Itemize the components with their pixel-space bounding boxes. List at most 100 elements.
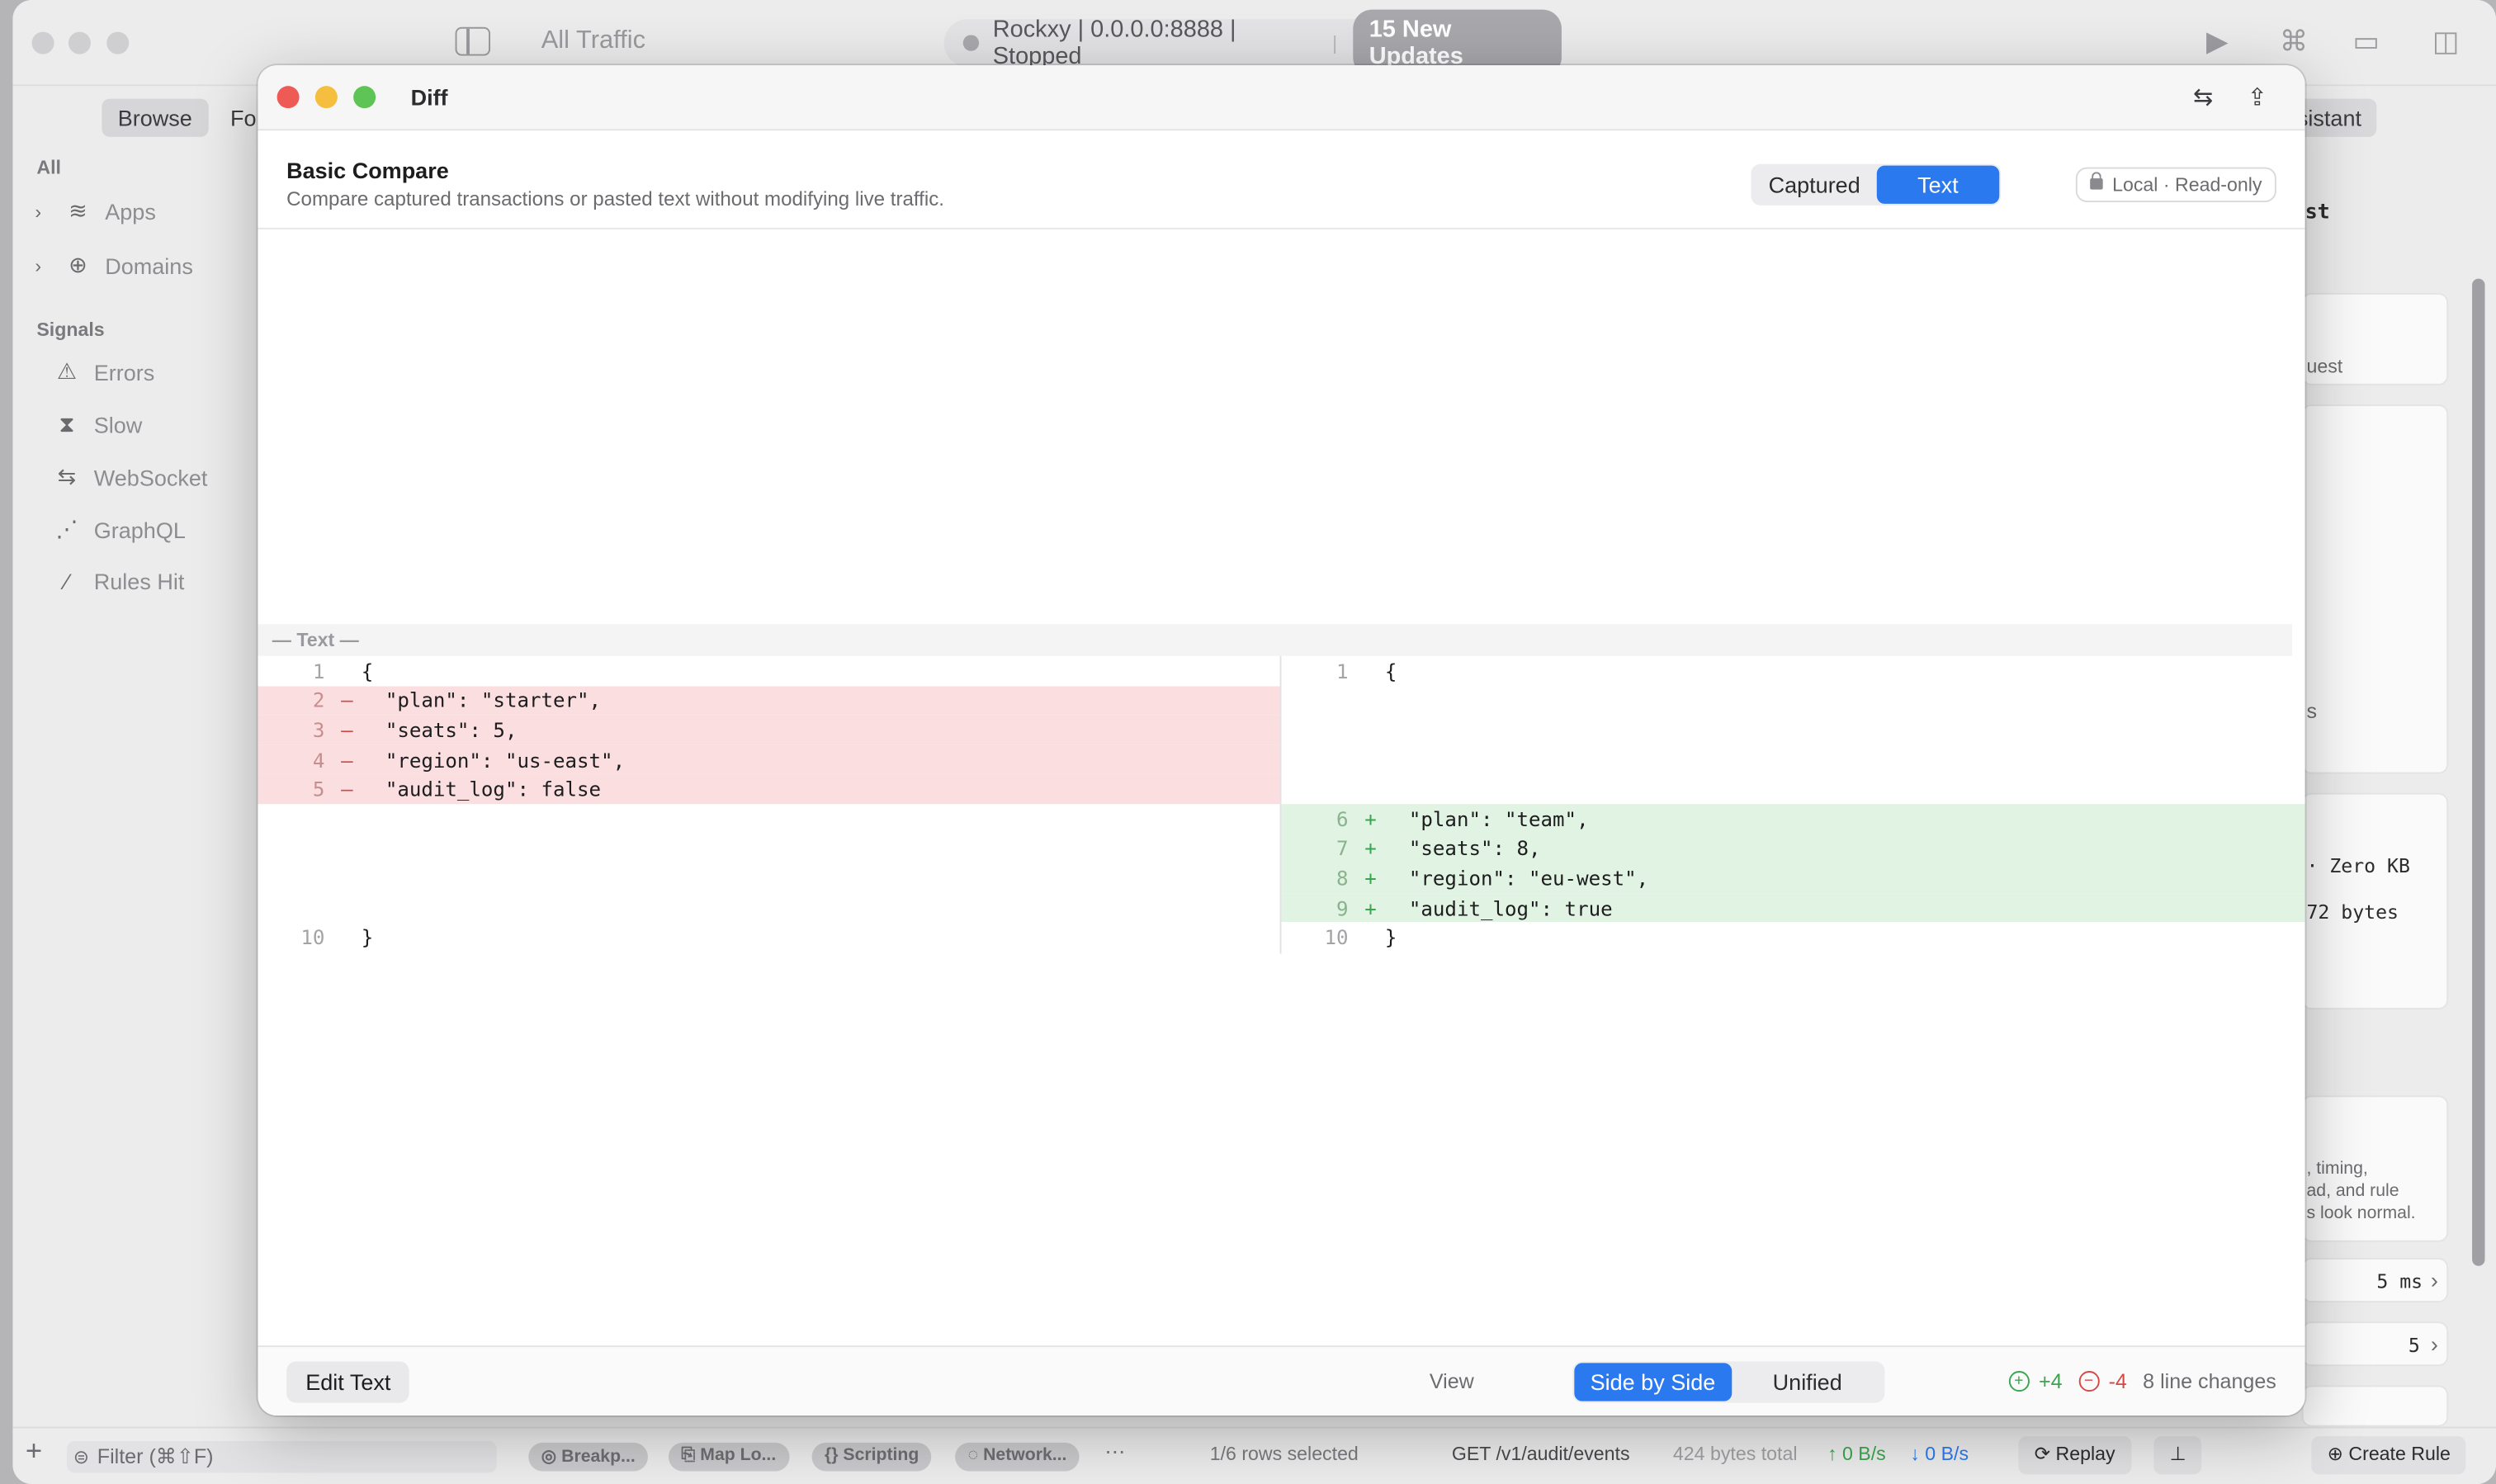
inspector-description: , timing, ad, and rule s look normal. bbox=[2306, 1159, 2416, 1223]
line-text: "seats": 8, bbox=[1384, 836, 1541, 861]
tab-browse[interactable]: Browse bbox=[102, 98, 209, 137]
chevron-right-icon: › bbox=[2430, 1330, 2438, 1357]
sidebar-item-slow[interactable]: ⧗ Slow bbox=[54, 411, 143, 438]
sidebar-item-domains[interactable]: › ⊕ Domains bbox=[35, 252, 192, 279]
sidebar-item-label: WebSocket bbox=[93, 464, 208, 490]
diff-dialog: Diff ⇆ ⇪ Basic Compare Compare captured … bbox=[258, 65, 2305, 1416]
map-local-chip[interactable]: ⎘ Map Lo... bbox=[668, 1442, 789, 1472]
view-mode-segmented: Side by Side Unified bbox=[1572, 1361, 1885, 1403]
layout-icon[interactable]: ▭ bbox=[2352, 26, 2380, 59]
minimize-window-button[interactable] bbox=[68, 31, 91, 54]
line-text: "region": "eu-west", bbox=[1384, 866, 1649, 891]
inspector-request-label: uest bbox=[2306, 355, 2343, 378]
sidebar-item-errors[interactable]: ⚠ Errors bbox=[54, 358, 155, 385]
swap-icon[interactable]: ⇆ bbox=[2181, 78, 2225, 120]
change-stats: + +4 − -4 8 line changes bbox=[2008, 1369, 2276, 1393]
scripting-chip[interactable]: {} Scripting bbox=[811, 1442, 932, 1472]
diff-header: Basic Compare Compare captured transacti… bbox=[258, 130, 2305, 229]
diff-title: Diff bbox=[410, 84, 448, 111]
filter-icon: ⊜ bbox=[73, 1445, 90, 1468]
readonly-badge-label: Local · Read-only bbox=[2112, 173, 2262, 196]
play-icon[interactable]: ▶ bbox=[2206, 26, 2229, 59]
sidebar-item-label: GraphQL bbox=[93, 517, 186, 542]
wand-icon: ⁄ bbox=[64, 568, 69, 594]
zoom-dialog-button[interactable] bbox=[353, 86, 376, 109]
sidebar-item-label: Domains bbox=[105, 252, 193, 278]
left-pane[interactable]: 1{2– "plan": "starter", 3– "seats": 5, 4– … bbox=[258, 656, 1280, 954]
line-text: "audit_log": true bbox=[1384, 896, 1613, 920]
compare-title: Basic Compare bbox=[286, 157, 449, 183]
sidebar-item-apps[interactable]: › ≋ Apps bbox=[35, 197, 155, 224]
diff-line: 4– "region": "us-east", bbox=[258, 744, 1280, 775]
mode-captured-button[interactable]: Captured bbox=[1752, 166, 1876, 204]
sidebar-all-label: All bbox=[36, 156, 61, 179]
inspector-timing-row[interactable]: 5 ms › bbox=[2301, 1258, 2449, 1303]
inspector-toggle-icon[interactable]: ◫ bbox=[2432, 26, 2460, 59]
line-number: 6 bbox=[1335, 806, 1349, 831]
create-rule-button[interactable]: ⊕ Create Rule bbox=[2311, 1436, 2467, 1475]
pin-icon[interactable]: ⊥ bbox=[2153, 1436, 2203, 1475]
chevron-right-icon[interactable]: › bbox=[35, 254, 50, 276]
line-text: "audit_log": false bbox=[361, 777, 602, 801]
plus-circle-icon: + bbox=[2008, 1371, 2030, 1392]
breakpoints-chip[interactable]: ◎ Breakp... bbox=[528, 1442, 649, 1472]
close-window-button[interactable] bbox=[31, 31, 54, 54]
edit-text-button[interactable]: Edit Text bbox=[286, 1361, 410, 1403]
zoom-window-button[interactable] bbox=[106, 31, 130, 54]
network-chip[interactable]: ◌ Network... bbox=[955, 1442, 1080, 1472]
line-number: 1 bbox=[312, 659, 325, 683]
inspector-scrollbar[interactable] bbox=[2472, 278, 2485, 1266]
side-by-side-button[interactable]: Side by Side bbox=[1574, 1363, 1732, 1401]
compare-subtitle: Compare captured transactions or pasted … bbox=[286, 187, 944, 210]
graph-icon: ⋰ bbox=[55, 516, 78, 541]
more-icon[interactable]: ⋯ bbox=[1104, 1439, 1125, 1465]
line-number: 2 bbox=[312, 688, 325, 713]
sidebar-item-label: Slow bbox=[93, 411, 143, 437]
command-icon[interactable]: ⌘ bbox=[2280, 26, 2309, 59]
lock-icon bbox=[2090, 172, 2103, 190]
inspector-ms: 5 ms bbox=[2376, 1270, 2423, 1293]
diff-line: 1{ bbox=[258, 656, 1279, 686]
stack-icon: ≋ bbox=[69, 197, 87, 224]
section-label: — Text — bbox=[258, 624, 2293, 656]
inspector-count-row[interactable]: 5 › bbox=[2301, 1321, 2449, 1367]
minus-circle-icon: − bbox=[2078, 1371, 2100, 1392]
sidebar-item-label: Errors bbox=[93, 359, 155, 385]
sidebar: All › ≋ Apps › ⊕ Domains Signals ⚠ Error… bbox=[12, 144, 267, 1427]
proxy-status-pill[interactable]: Rockxy | 0.0.0.0:8888 | Stopped | 15 New… bbox=[943, 9, 1562, 77]
arrows-icon: ⇆ bbox=[57, 463, 77, 489]
filter-field[interactable]: ⊜ Filter (⌘⇧F) bbox=[66, 1440, 497, 1473]
source-mode-segmented: Captured Text bbox=[1751, 163, 2002, 206]
close-dialog-button[interactable] bbox=[277, 86, 300, 109]
diff-line: 2– "plan": "starter", bbox=[258, 685, 1280, 716]
chevron-right-icon[interactable]: › bbox=[35, 200, 50, 222]
diff-line: 10} bbox=[258, 923, 1279, 952]
selected-request: GET /v1/audit/events bbox=[1451, 1442, 1630, 1465]
rows-selected: 1/6 rows selected bbox=[1209, 1442, 1359, 1465]
minimize-dialog-button[interactable] bbox=[314, 86, 338, 109]
inspector-size: · Zero KB bbox=[2306, 854, 2410, 877]
sidebar-item-websocket[interactable]: ⇆ WebSocket bbox=[54, 463, 208, 490]
right-pane[interactable]: 1{6 + "plan": "team", 7 + "seats": 8, 8 + "re… bbox=[1281, 656, 2305, 954]
sidebar-toggle-icon[interactable] bbox=[455, 26, 490, 56]
sidebar-item-graphql[interactable]: ⋰ GraphQL bbox=[54, 516, 186, 543]
unified-button[interactable]: Unified bbox=[1732, 1363, 1884, 1401]
removed-marker: – bbox=[341, 717, 353, 742]
status-separator: | bbox=[1332, 31, 1338, 54]
share-icon[interactable]: ⇪ bbox=[2235, 78, 2280, 120]
line-text: "plan": "team", bbox=[1384, 806, 1589, 831]
download-rate: ↓ 0 B/s bbox=[1910, 1442, 1969, 1465]
added-marker: + bbox=[1364, 836, 1377, 861]
add-icon[interactable]: + bbox=[26, 1434, 42, 1468]
sidebar-item-rules-hit[interactable]: ⁄ Rules Hit bbox=[54, 569, 185, 594]
line-text: "region": "us-east", bbox=[361, 747, 626, 772]
mode-text-button[interactable]: Text bbox=[1876, 165, 2000, 204]
diff-line: 7 + "seats": 8, bbox=[1281, 834, 2305, 863]
diff-line: 3– "seats": 5, bbox=[258, 715, 1280, 745]
screen: All Traffic Rockxy | 0.0.0.0:8888 | Stop… bbox=[0, 0, 2496, 1484]
line-number: 9 bbox=[1335, 896, 1349, 920]
added-marker: + bbox=[1364, 866, 1377, 891]
line-text: { bbox=[361, 659, 374, 683]
added-marker: + bbox=[1364, 896, 1377, 920]
replay-button[interactable]: ⟳ Replay bbox=[2018, 1436, 2131, 1475]
